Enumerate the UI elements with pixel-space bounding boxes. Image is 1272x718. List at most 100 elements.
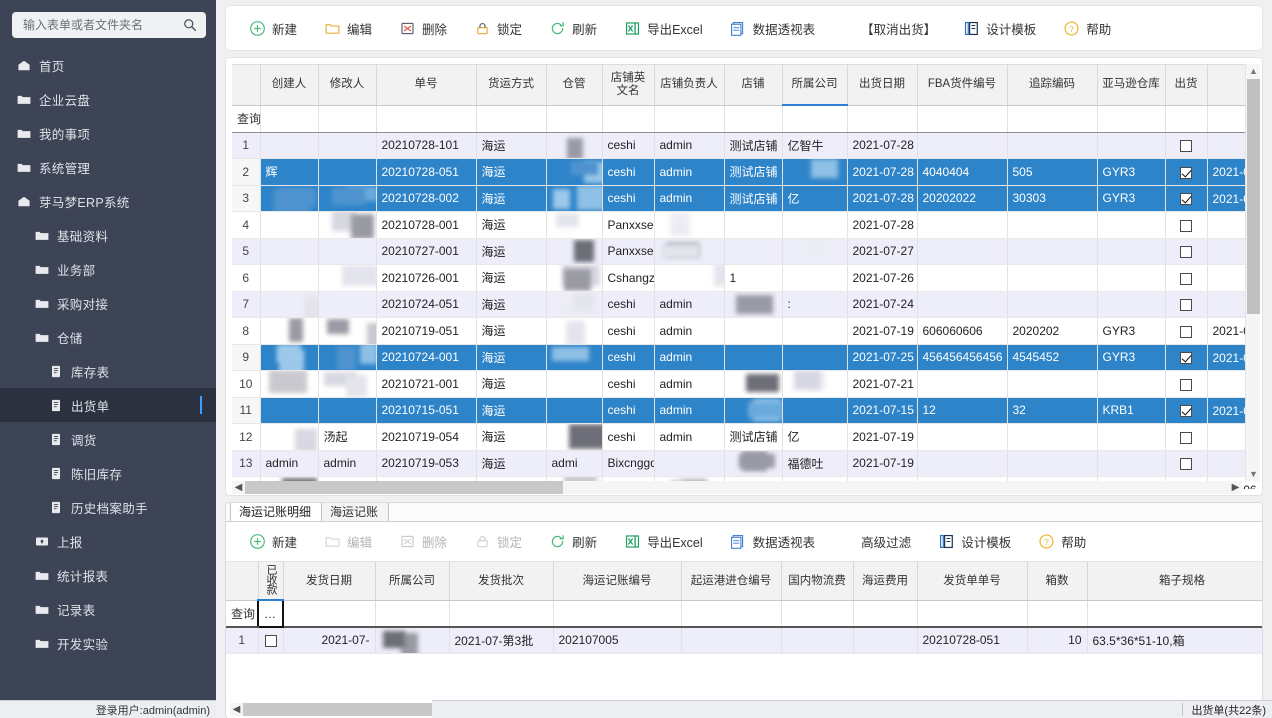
sidebar-item-3[interactable]: 系统管理: [0, 150, 216, 184]
query-field-company[interactable]: [375, 600, 450, 628]
shipped-checkbox[interactable]: [1180, 299, 1192, 312]
toolbar-button-7[interactable]: 高级过滤: [847, 527, 921, 557]
sidebar-item-16[interactable]: 记录表: [0, 592, 216, 626]
column-header-sea_fee[interactable]: 海运费用: [853, 562, 918, 601]
search-input[interactable]: [21, 17, 180, 33]
column-header-ship_method[interactable]: 货运方式: [476, 65, 547, 106]
main-grid-vertical-scrollbar[interactable]: ▲ ▼: [1245, 64, 1260, 481]
sidebar-search[interactable]: [12, 12, 206, 38]
column-header-modifier[interactable]: 修改人: [318, 65, 377, 106]
query-field-sea_fee[interactable]: [853, 600, 918, 628]
column-header-rownum[interactable]: [226, 562, 259, 601]
column-header-domestic_fee[interactable]: 国内物流费: [781, 562, 854, 601]
toolbar-button-9[interactable]: ? 帮助: [1052, 13, 1121, 43]
sidebar-item-0[interactable]: 首页: [0, 48, 216, 82]
query-field-shipped[interactable]: [1165, 105, 1208, 133]
toolbar-button-0[interactable]: 新建: [238, 13, 307, 43]
column-header-tracking_no[interactable]: 追踪编码: [1007, 65, 1098, 106]
query-field-ship_order_no[interactable]: [917, 600, 1028, 628]
column-header-ship_date[interactable]: 出货日期: [847, 65, 918, 106]
table-row[interactable]: 13 admin admin 20210719-053 海运 admi Bixcnggd 福德…: [232, 450, 1256, 477]
table-row[interactable]: 4 20210728-001 海运 Panxxser 2021-07-28: [232, 211, 1256, 239]
query-field-warehouse_mgr[interactable]: [546, 105, 603, 133]
column-header-rownum[interactable]: [232, 65, 261, 106]
query-field-ship_date[interactable]: [847, 105, 918, 133]
main-grid-hscroll-track[interactable]: [245, 481, 1229, 494]
column-header-order_no[interactable]: 单号: [376, 65, 477, 106]
table-row[interactable]: 6 20210726-001 海运 Cshangze 1 2021-07-26: [232, 264, 1256, 292]
toolbar-button-7[interactable]: 【取消出货】: [847, 13, 946, 43]
column-header-shop_en_name[interactable]: 店铺英文名: [602, 65, 655, 106]
sidebar-item-14[interactable]: 上报: [0, 524, 216, 558]
shipped-checkbox[interactable]: [1180, 272, 1192, 285]
sidebar-item-9[interactable]: 库存表: [0, 354, 216, 388]
toolbar-button-5[interactable]: 导出Excel: [613, 13, 713, 43]
query-field-creator[interactable]: [260, 105, 319, 133]
table-row[interactable]: 8 20210719-051 海运 ceshi admin 2021-07-19 60606…: [232, 317, 1256, 345]
toolbar-button-2[interactable]: 删除: [388, 13, 457, 43]
column-header-box_count[interactable]: 箱数: [1027, 562, 1088, 601]
toolbar-button-6[interactable]: 数据透视表: [719, 13, 826, 43]
shipped-checkbox[interactable]: [1180, 166, 1192, 179]
column-header-creator[interactable]: 创建人: [260, 65, 319, 106]
column-header-shop[interactable]: 店铺: [724, 65, 783, 106]
column-header-shop_owner[interactable]: 店铺负责人: [654, 65, 725, 106]
table-row[interactable]: 11 20210715-051 海运 ceshi admin 2021-07-15 12 32…: [232, 397, 1256, 424]
column-header-box_spec[interactable]: 箱子规格: [1087, 562, 1262, 601]
shipped-checkbox-cell[interactable]: [1165, 397, 1208, 424]
shipped-checkbox-cell[interactable]: [1165, 370, 1208, 398]
table-row[interactable]: 5 20210727-001 海运 Panxxser 2021-07-27: [232, 238, 1256, 265]
shipped-checkbox[interactable]: [1180, 140, 1192, 153]
shipped-checkbox-cell[interactable]: [1165, 185, 1208, 212]
shipped-checkbox[interactable]: [1180, 458, 1192, 471]
query-field-domestic_fee[interactable]: [781, 600, 854, 628]
received-checkbox[interactable]: [264, 635, 277, 648]
shipped-checkbox[interactable]: [1180, 378, 1192, 391]
query-field-fba_no[interactable]: [917, 105, 1008, 133]
shipped-checkbox-cell[interactable]: [1165, 344, 1208, 371]
sidebar-item-11[interactable]: 调货: [0, 422, 216, 456]
shipped-checkbox-cell[interactable]: [1165, 450, 1208, 477]
main-grid-horizontal-scrollbar[interactable]: ◀ ▶: [232, 481, 1242, 494]
shipped-checkbox-cell[interactable]: [1165, 264, 1208, 292]
shipped-checkbox-cell[interactable]: [1165, 317, 1208, 345]
shipped-checkbox-cell[interactable]: [1165, 291, 1208, 318]
sidebar-item-2[interactable]: 我的事项: [0, 116, 216, 150]
shipped-checkbox-cell[interactable]: [1165, 132, 1208, 159]
shipped-checkbox[interactable]: [1180, 219, 1192, 232]
sidebar-item-12[interactable]: 陈旧库存: [0, 456, 216, 490]
sidebar-item-17[interactable]: 开发实验: [0, 626, 216, 660]
column-header-ship_batch[interactable]: 发货批次: [449, 562, 554, 601]
query-field-received[interactable]: …: [257, 599, 284, 628]
column-header-company[interactable]: 所属公司: [375, 562, 450, 601]
column-header-port_wh_no[interactable]: 起运港进仓编号: [681, 562, 782, 601]
table-row[interactable]: 10 20210721-001 海运 ceshi admin 2021-07-21: [232, 370, 1256, 398]
column-header-ship_order_no[interactable]: 发货单单号: [917, 562, 1028, 601]
query-field-ship_method[interactable]: [476, 105, 547, 133]
column-header-company[interactable]: 所属公司: [782, 65, 848, 106]
query-field-tracking_no[interactable]: [1007, 105, 1098, 133]
shipped-checkbox-cell[interactable]: [1165, 211, 1208, 239]
search-icon[interactable]: [180, 15, 200, 35]
query-field-order_no[interactable]: [376, 105, 477, 133]
shipped-checkbox-cell[interactable]: [1165, 158, 1208, 186]
table-row[interactable]: 3 20210728-002 海运 ceshi admin 测试店铺亿 2021-07-28…: [232, 185, 1256, 212]
shipped-checkbox[interactable]: [1180, 352, 1192, 365]
shipped-checkbox[interactable]: [1180, 325, 1192, 338]
sidebar-item-4[interactable]: 芽马梦ERP系统: [0, 184, 216, 218]
column-header-sea_acct_no[interactable]: 海运记账编号: [553, 562, 682, 601]
ellipsis-icon[interactable]: …: [264, 607, 277, 621]
toolbar-button-0[interactable]: 新建: [238, 527, 307, 557]
column-header-shipped[interactable]: 出货: [1165, 65, 1208, 106]
scroll-up-icon[interactable]: ▲: [1246, 64, 1261, 78]
query-field-shop_owner[interactable]: [654, 105, 725, 133]
shipped-checkbox[interactable]: [1180, 405, 1192, 418]
toolbar-button-8[interactable]: 设计模板: [927, 527, 1021, 557]
shipped-checkbox[interactable]: [1180, 431, 1192, 444]
received-checkbox-cell[interactable]: [258, 627, 284, 654]
toolbar-button-9[interactable]: ? 帮助: [1027, 527, 1096, 557]
column-header-warehouse_mgr[interactable]: 仓管: [546, 65, 603, 106]
query-field-box_spec[interactable]: [1087, 600, 1262, 628]
scroll-down-icon[interactable]: ▼: [1246, 467, 1261, 481]
table-row[interactable]: 1 2021-07- 2021-07-第3批 202107005 20210728-05…: [226, 627, 1262, 654]
